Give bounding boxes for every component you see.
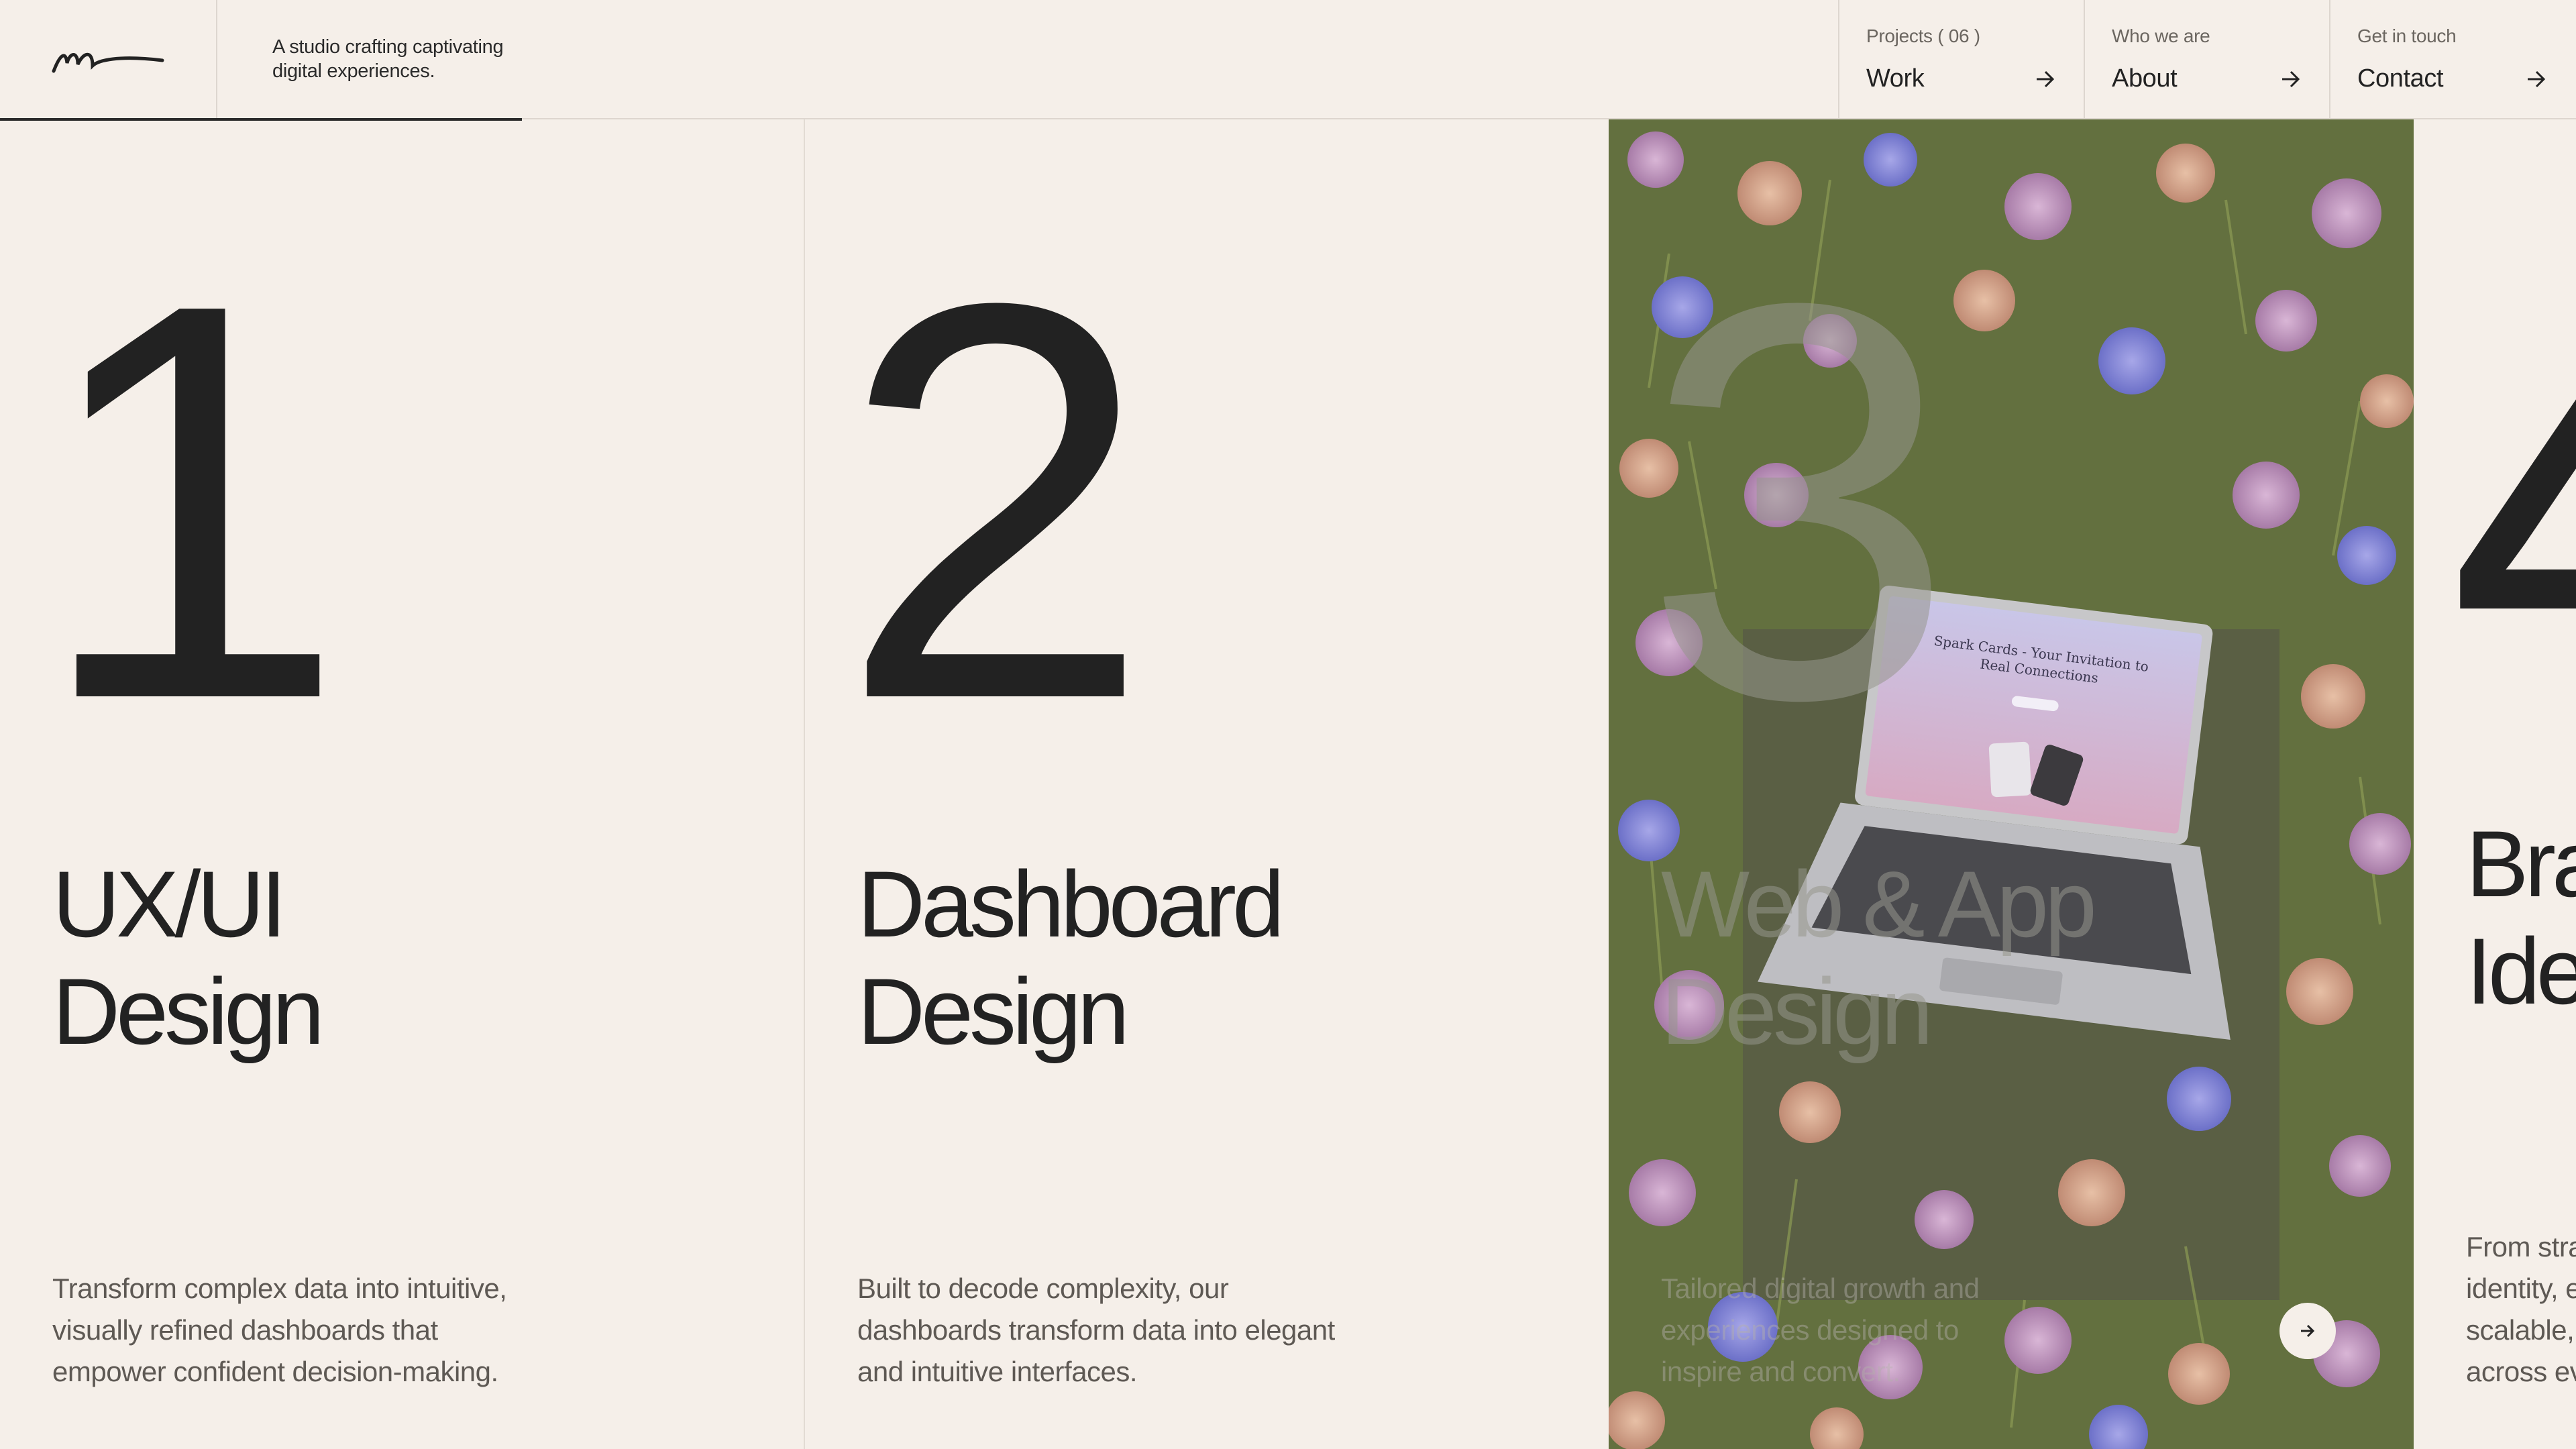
description-line: Transform complex data into intuitive, bbox=[52, 1273, 507, 1304]
service-card-brand-identity[interactable]: 4 Brand Identity From strategy to identi… bbox=[2414, 119, 2576, 1449]
studio-tagline: A studio crafting captivating digital ex… bbox=[272, 35, 554, 83]
site-header: A studio crafting captivating digital ex… bbox=[0, 0, 2576, 121]
description-line: visually refined dashboards that bbox=[52, 1314, 438, 1346]
service-title: Web & App Design bbox=[1661, 851, 2097, 1065]
logo[interactable] bbox=[0, 0, 217, 119]
nav-work-label: Work bbox=[1866, 64, 1925, 93]
service-title: Dashboard Design bbox=[857, 851, 1285, 1065]
service-description: From strategy to identity, e scalable, s… bbox=[2466, 1226, 2576, 1393]
service-description: Built to decode complexity, our dashboar… bbox=[857, 1268, 1381, 1393]
service-number: 2 bbox=[839, 187, 1152, 816]
description-line: From strategy to bbox=[2466, 1231, 2576, 1263]
service-title-line-2: Design bbox=[857, 959, 1130, 1064]
tagline-line-2: digital experiences. bbox=[272, 60, 435, 82]
description-line: empower confident decision-making. bbox=[52, 1356, 498, 1387]
description-line: Tailored digital growth and bbox=[1661, 1273, 1980, 1304]
service-title-line-1: Web & App bbox=[1661, 851, 2097, 957]
service-title-line-2: Identity bbox=[2466, 918, 2576, 1024]
service-number: 4 bbox=[2447, 220, 2576, 784]
nav-work[interactable]: Projects ( 06 ) Work bbox=[1838, 0, 2084, 119]
arrow-right-icon bbox=[2528, 70, 2546, 88]
next-slide-button[interactable] bbox=[2279, 1303, 2336, 1359]
description-line: and intuitive interfaces. bbox=[857, 1356, 1138, 1387]
service-description: Tailored digital growth and experiences … bbox=[1661, 1268, 2184, 1393]
tagline-line-1: A studio crafting captivating bbox=[272, 36, 504, 58]
service-title-line-2: Design bbox=[52, 959, 325, 1064]
service-title-line-1: UX/UI bbox=[52, 851, 286, 957]
description-line: dashboards transform data into elegant bbox=[857, 1314, 1335, 1346]
signature-logo-icon bbox=[52, 52, 164, 73]
service-card-ux-ui[interactable]: 1 UX/UI Design Transform complex data in… bbox=[0, 119, 805, 1449]
nav-contact-caption: Get in touch bbox=[2357, 25, 2457, 46]
description-line: Built to decode complexity, our bbox=[857, 1273, 1229, 1304]
service-title: UX/UI Design bbox=[52, 851, 325, 1065]
nav-work-caption: Projects ( 06 ) bbox=[1866, 25, 1980, 46]
service-card-web-app[interactable]: Spark Cards - Your Invitation to Real Co… bbox=[1609, 119, 2414, 1449]
nav-contact-label: Contact bbox=[2357, 64, 2444, 93]
service-title-line-1: Brand bbox=[2466, 811, 2576, 916]
service-title-line-1: Dashboard bbox=[857, 851, 1285, 957]
arrow-right-icon bbox=[2301, 1324, 2315, 1338]
description-line: experiences designed to bbox=[1661, 1314, 1959, 1346]
description-line: scalable, s bbox=[2466, 1314, 2576, 1346]
nav-about-caption: Who we are bbox=[2112, 25, 2210, 46]
service-number: 3 bbox=[1642, 187, 1955, 816]
arrow-right-icon bbox=[2037, 70, 2055, 88]
service-title: Brand Identity bbox=[2466, 810, 2576, 1025]
description-line: identity, e bbox=[2466, 1273, 2576, 1304]
arrow-right-icon bbox=[2282, 70, 2300, 88]
description-line: across ev bbox=[2466, 1356, 2576, 1387]
nav-about-label: About bbox=[2112, 64, 2178, 93]
nav-about[interactable]: Who we are About bbox=[2084, 0, 2329, 119]
description-line: inspire and convert. bbox=[1661, 1356, 1900, 1387]
nav-contact[interactable]: Get in touch Contact bbox=[2329, 0, 2575, 119]
service-card-dashboard[interactable]: 2 Dashboard Design Built to decode compl… bbox=[805, 119, 1610, 1449]
service-title-line-2: Design bbox=[1661, 959, 1933, 1064]
service-description: Transform complex data into intuitive, v… bbox=[52, 1268, 576, 1393]
service-number: 1 bbox=[34, 187, 347, 816]
